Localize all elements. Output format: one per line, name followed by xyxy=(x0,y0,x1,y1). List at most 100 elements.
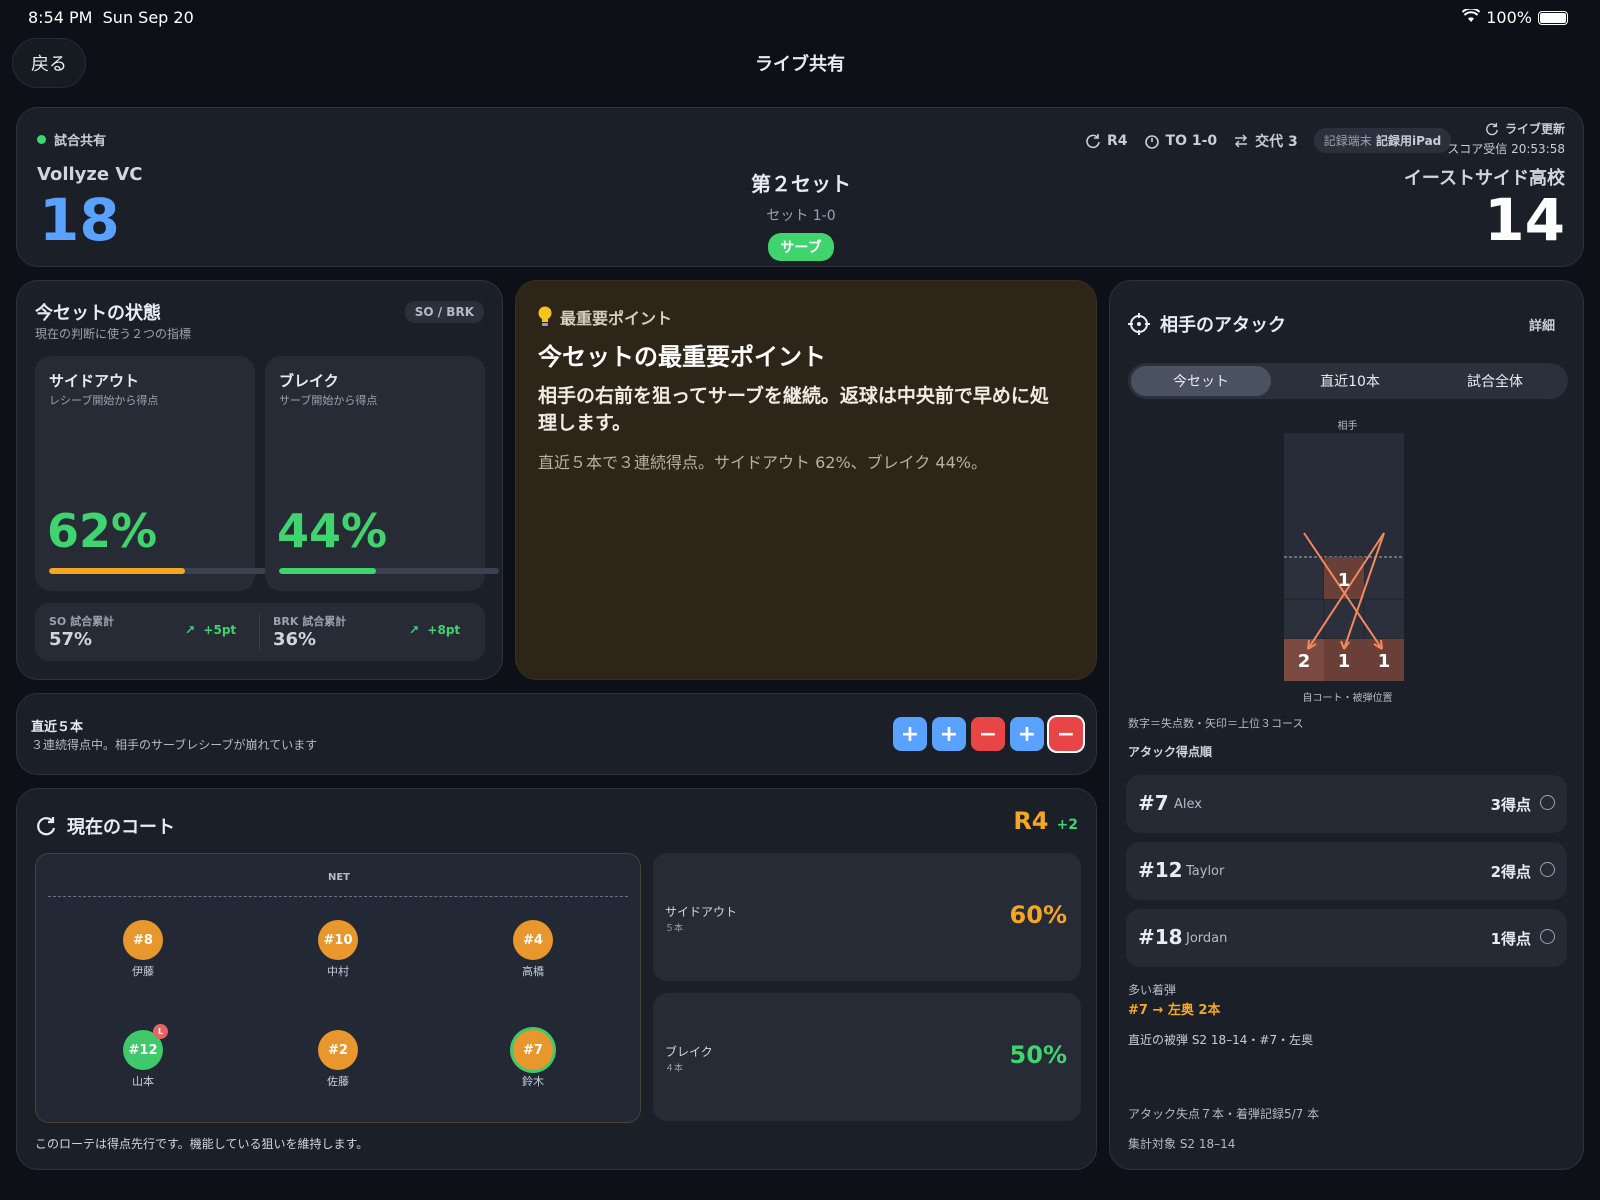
net-label: NET xyxy=(327,872,351,883)
set-score: セット 1-0 xyxy=(766,208,836,224)
set-title: 第２セット xyxy=(751,172,851,196)
key-point-card: 最重要ポイント 今セットの最重要ポイント 相手の右前を狙ってサーブを継続。返球は… xyxy=(515,280,1097,680)
break-sub: サーブ開始から得点 xyxy=(279,394,378,407)
break-bar xyxy=(279,568,499,574)
live-dot-icon xyxy=(37,135,46,144)
scoreboard-card: 試合共有 R4 TO 1-0 交代 3 記録端末 記録用iPad ライブ更新 ス… xyxy=(16,107,1584,267)
device-badge: 記録端末 記録用iPad xyxy=(1313,128,1452,153)
court-card: 現在のコート R4 +2 NET #8 伊藤 #10 中村 #4 高橋 #12 山本 L… xyxy=(16,788,1097,1170)
rotation-break-value: 50% xyxy=(1009,1041,1067,1069)
recent-hit: 直近の被弾 S2 18–14・#7・左奥 xyxy=(1128,1033,1314,1047)
sideout-value: 62% xyxy=(47,504,158,558)
player-2[interactable]: #2 佐藤 xyxy=(308,1030,368,1089)
refresh-icon xyxy=(1486,122,1498,135)
rotation-break: ブレイク ４本 50% xyxy=(653,993,1081,1121)
cumulative-stats: SO 試合累計 57% ↗ +5pt BRK 試合累計 36% ↗ +8pt xyxy=(35,603,485,661)
list-icon xyxy=(1540,795,1555,810)
wifi-icon xyxy=(1462,7,1481,27)
player-7[interactable]: #7 鈴木 xyxy=(503,1030,563,1089)
frequent-label: 多い着弾 xyxy=(1128,983,1177,997)
so-brk-tag: SO / BRK xyxy=(404,301,484,323)
rotation-sideout-value: 60% xyxy=(1009,901,1067,929)
recent-card: 直近５本 ３連続得点中。相手のサーブレシーブが崩れています + + − + − xyxy=(16,693,1097,775)
timeout-stat: TO 1-0 xyxy=(1144,133,1217,149)
point-won-marker: + xyxy=(893,717,927,751)
player-4[interactable]: #4 高橋 xyxy=(503,920,563,979)
sideout-sub: レシーブ開始から得点 xyxy=(49,394,159,407)
brk-total-label: BRK 試合累計 xyxy=(273,615,347,628)
divider xyxy=(259,613,260,651)
tab-this-set[interactable]: 今セット xyxy=(1131,366,1271,396)
point-won-marker: + xyxy=(1010,717,1044,751)
attacker-row-12[interactable]: #12 Taylor 2得点 xyxy=(1126,842,1567,900)
swap-icon xyxy=(1235,133,1248,148)
rotate-icon xyxy=(37,817,56,836)
so-delta: ↗ +5pt xyxy=(185,623,237,637)
attacker-row-7[interactable]: #7 Alex 3得点 xyxy=(1126,775,1567,833)
set-state-card: 今セットの状態 現在の判断に使う２つの指標 SO / BRK サイドアウト レシ… xyxy=(16,280,503,680)
set-state-title: 今セットの状態 xyxy=(35,303,161,324)
serve-badge: サーブ xyxy=(768,233,834,261)
brk-delta: ↗ +8pt xyxy=(409,623,461,637)
live-share-indicator: 試合共有 xyxy=(37,130,106,149)
rotation-delta: +2 xyxy=(1056,817,1078,833)
rotation-break-label: ブレイク xyxy=(665,1045,713,1059)
list-icon xyxy=(1540,862,1555,877)
sideout-bar xyxy=(49,568,269,574)
court-rotation: R4 +2 xyxy=(1013,807,1078,835)
break-value: 44% xyxy=(277,504,388,558)
brk-total-value: 36% xyxy=(273,629,317,650)
opp-attack-card: 相手のアタック 詳細 今セット 直近10本 試合全体 相手 1 2 1 1 自コ… xyxy=(1109,280,1584,1170)
attack-summary: アタック失点７本・着弾記録5/7 本 xyxy=(1128,1107,1320,1121)
key-point-label: 最重要ポイント xyxy=(538,305,672,329)
timer-icon xyxy=(1144,134,1159,149)
cell-mid-count: 1 xyxy=(1338,570,1351,591)
battery-icon xyxy=(1538,10,1568,25)
rotation-stat: R4 xyxy=(1085,133,1128,149)
target-icon xyxy=(1128,313,1150,335)
trend-up-icon: ↗ xyxy=(409,623,420,637)
rotation-sideout-count: ５本 xyxy=(665,924,684,934)
ranking-title: アタック得点順 xyxy=(1128,745,1213,759)
set-state-subtitle: 現在の判断に使う２つの指標 xyxy=(35,327,192,341)
cell-back-mid-count: 1 xyxy=(1338,651,1351,672)
court-title: 現在のコート xyxy=(35,813,175,839)
break-metric: ブレイク サーブ開始から得点 44% xyxy=(265,356,499,591)
player-10[interactable]: #10 中村 xyxy=(308,920,368,979)
attacker-row-18[interactable]: #18 Jordan 1得点 xyxy=(1126,909,1567,967)
sideout-title: サイドアウト xyxy=(49,372,140,390)
score-received-time: スコア受信 20:53:58 xyxy=(1447,142,1565,156)
so-total-label: SO 試合累計 xyxy=(49,615,115,628)
match-stats-row: R4 TO 1-0 交代 3 記録端末 記録用iPad xyxy=(1085,128,1452,153)
own-court-label: 自コート・被弾位置 xyxy=(1302,693,1393,704)
aggregation-scope: 集計対象 S2 18–14 xyxy=(1128,1137,1236,1151)
status-time: 8:54 PM Sun Sep 20 xyxy=(28,8,194,27)
player-12[interactable]: #12 山本 L xyxy=(113,1024,173,1089)
recent-title: 直近５本 xyxy=(31,720,84,735)
status-right: 100% xyxy=(1462,7,1568,27)
rotation-sideout: サイドアウト ５本 60% xyxy=(653,853,1081,981)
sideout-metric: サイドアウト レシーブ開始から得点 62% xyxy=(35,356,269,591)
opp-side-label: 相手 xyxy=(1337,421,1358,432)
court-diagram: NET #8 伊藤 #10 中村 #4 高橋 #12 山本 L #2 佐藤 #7 鈴木 xyxy=(35,853,641,1123)
player-8[interactable]: #8 伊藤 xyxy=(113,920,173,979)
set-info: 第２セット セット 1-0 サーブ xyxy=(17,168,1585,261)
key-point-title: 今セットの最重要ポイント xyxy=(538,343,826,371)
frequent-value: #7 → 左奥 2本 xyxy=(1128,1003,1221,1018)
rotation-break-count: ４本 xyxy=(665,1064,684,1074)
subs-stat: 交代 3 xyxy=(1233,131,1298,151)
scope-tabs: 今セット 直近10本 試合全体 xyxy=(1128,363,1568,399)
rotate-icon xyxy=(1086,133,1100,148)
key-point-body: 相手の右前を狙ってサーブを継続。返球は中央前で早めに処理します。 xyxy=(538,385,1049,434)
attack-court-diagram: 1 2 1 1 xyxy=(1284,433,1404,681)
court-footer: このローテは得点先行です。機能している狙いを維持します。 xyxy=(35,1137,369,1151)
detail-link[interactable]: 詳細 xyxy=(1529,315,1555,334)
tab-last-10[interactable]: 直近10本 xyxy=(1280,366,1420,396)
cell-back-right-count: 1 xyxy=(1378,651,1391,672)
page-title: ライブ共有 xyxy=(755,54,845,75)
net-line xyxy=(48,896,628,897)
list-icon xyxy=(1540,929,1555,944)
tab-whole-match[interactable]: 試合全体 xyxy=(1425,366,1565,396)
trend-up-icon: ↗ xyxy=(185,623,196,637)
live-update-info: ライブ更新 スコア受信 20:53:58 xyxy=(1447,122,1565,156)
